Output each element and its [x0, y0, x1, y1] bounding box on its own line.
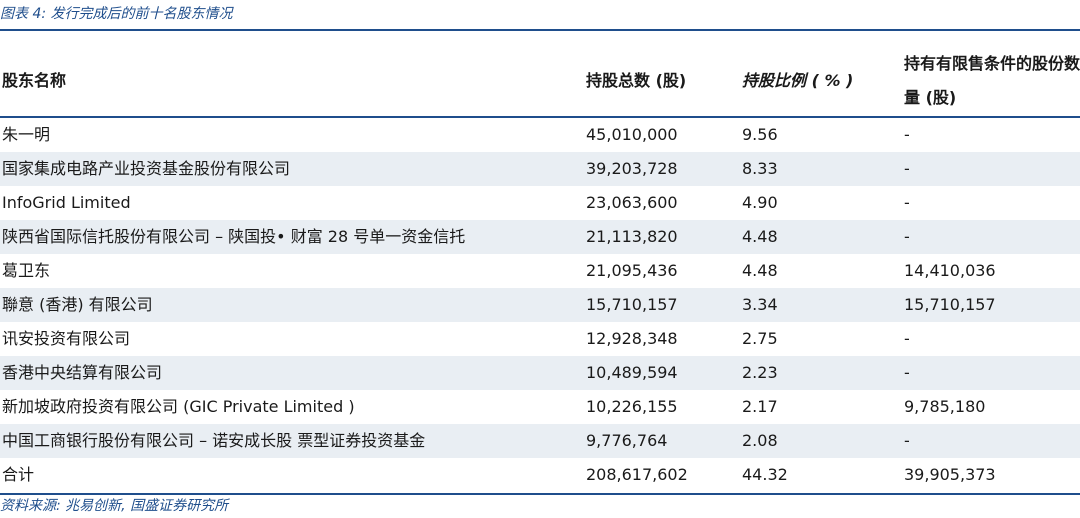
cell-shareholder-name: 中国工商银行股份有限公司 – 诺安成长股 票型证券投资基金: [2, 431, 426, 450]
cell-restricted-shares: 39,905,373: [904, 465, 996, 484]
table-row: 葛卫东 21,095,436 4.48 14,410,036: [0, 254, 1080, 288]
cell-restricted-shares: -: [904, 125, 910, 144]
table-row: InfoGrid Limited 23,063,600 4.90 -: [0, 186, 1080, 220]
cell-total-shares: 10,489,594: [586, 363, 678, 382]
cell-percentage: 2.08: [742, 431, 778, 450]
table-row: 中国工商银行股份有限公司 – 诺安成长股 票型证券投资基金 9,776,764 …: [0, 424, 1080, 458]
cell-total-shares: 21,113,820: [586, 227, 678, 246]
shareholder-table: 股东名称 持股总数 (股) 持股比例 ( % ) 持有有限售条件的股份数量 (股…: [0, 31, 1080, 492]
cell-restricted-shares: -: [904, 431, 910, 450]
header-percentage: 持股比例 ( % ): [742, 71, 854, 90]
table-row: 陕西省国际信托股份有限公司 – 陕国投• 财富 28 号单一资金信托 21,11…: [0, 220, 1080, 254]
cell-restricted-shares: -: [904, 193, 910, 212]
cell-shareholder-name: 葛卫东: [2, 261, 51, 280]
table-row-total: 合计 208,617,602 44.32 39,905,373: [0, 458, 1080, 492]
cell-total-shares: 21,095,436: [586, 261, 678, 280]
cell-percentage: 2.17: [742, 397, 778, 416]
cell-percentage: 4.48: [742, 227, 778, 246]
table-row: 香港中央结算有限公司 10,489,594 2.23 -: [0, 356, 1080, 390]
cell-total-shares: 15,710,157: [586, 295, 678, 314]
table-row: 新加坡政府投资有限公司 (GIC Private Limited ) 10,22…: [0, 390, 1080, 424]
source-note: 资料来源: 兆易创新, 国盛证券研究所: [0, 498, 229, 514]
cell-shareholder-name: 讯安投资有限公司: [2, 329, 131, 348]
cell-percentage: 44.32: [742, 465, 788, 484]
cell-percentage: 2.75: [742, 329, 778, 348]
cell-total-shares: 10,226,155: [586, 397, 678, 416]
cell-total-shares: 9,776,764: [586, 431, 668, 450]
cell-shareholder-name: 朱一明: [2, 125, 51, 144]
cell-restricted-shares: 15,710,157: [904, 295, 996, 314]
table-row: 聯意 (香港) 有限公司 15,710,157 3.34 15,710,157: [0, 288, 1080, 322]
table-header: 股东名称 持股总数 (股) 持股比例 ( % ) 持有有限售条件的股份数量 (股…: [0, 31, 1080, 118]
header-restricted-shares: 持有有限售条件的股份数量 (股): [904, 54, 1080, 107]
cell-restricted-shares: -: [904, 159, 910, 178]
cell-percentage: 4.90: [742, 193, 778, 212]
cell-percentage: 2.23: [742, 363, 778, 382]
figure-title: 图表 4: 发行完成后的前十名股东情况: [0, 6, 233, 22]
cell-shareholder-name: 国家集成电路产业投资基金股份有限公司: [2, 159, 291, 178]
cell-restricted-shares: -: [904, 329, 910, 348]
cell-restricted-shares: -: [904, 227, 910, 246]
cell-total-shares: 23,063,600: [586, 193, 678, 212]
cell-total-shares: 39,203,728: [586, 159, 678, 178]
header-total-shares: 持股总数 (股): [586, 71, 687, 90]
cell-shareholder-name: 聯意 (香港) 有限公司: [2, 295, 153, 314]
cell-restricted-shares: 9,785,180: [904, 397, 986, 416]
header-shareholder-name: 股东名称: [2, 71, 67, 90]
cell-percentage: 9.56: [742, 125, 778, 144]
cell-shareholder-name: 陕西省国际信托股份有限公司 – 陕国投• 财富 28 号单一资金信托: [2, 227, 466, 246]
cell-shareholder-name: InfoGrid Limited: [2, 193, 131, 212]
table-row: 朱一明 45,010,000 9.56 -: [0, 118, 1080, 152]
table-row: 讯安投资有限公司 12,928,348 2.75 -: [0, 322, 1080, 356]
cell-total-shares: 45,010,000: [586, 125, 678, 144]
cell-shareholder-name: 香港中央结算有限公司: [2, 363, 163, 382]
cell-shareholder-name: 新加坡政府投资有限公司 (GIC Private Limited ): [2, 397, 355, 416]
cell-restricted-shares: -: [904, 363, 910, 382]
cell-total-shares: 208,617,602: [586, 465, 688, 484]
cell-percentage: 8.33: [742, 159, 778, 178]
cell-total-shares: 12,928,348: [586, 329, 678, 348]
cell-percentage: 3.34: [742, 295, 778, 314]
cell-total-label: 合计: [2, 465, 35, 484]
cell-percentage: 4.48: [742, 261, 778, 280]
table-row: 国家集成电路产业投资基金股份有限公司 39,203,728 8.33 -: [0, 152, 1080, 186]
cell-restricted-shares: 14,410,036: [904, 261, 996, 280]
